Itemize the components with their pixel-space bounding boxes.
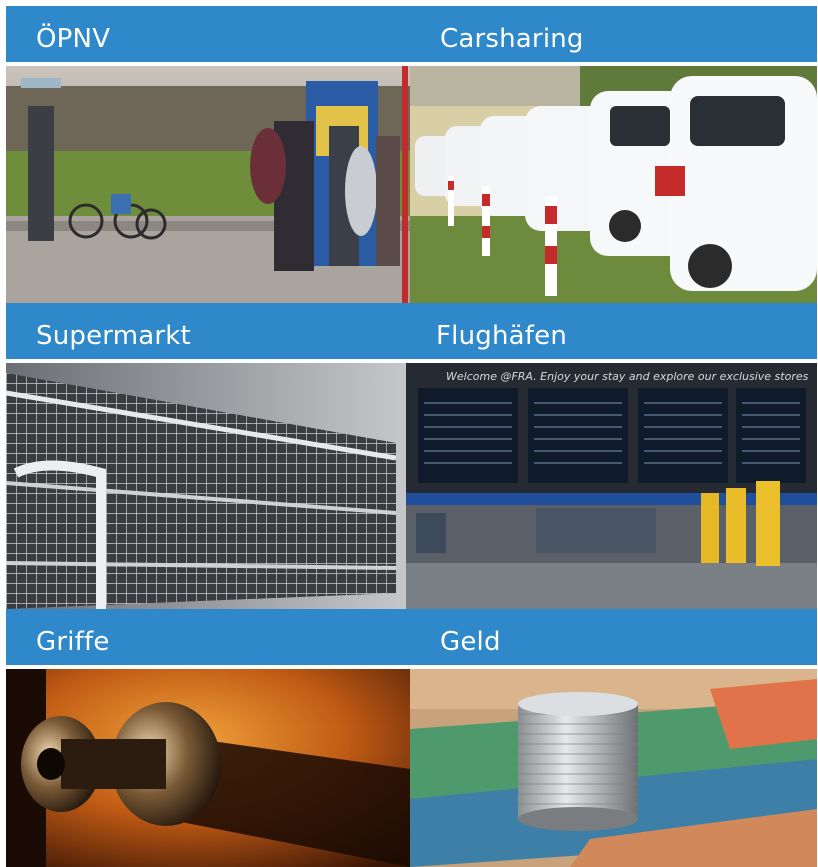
money-photo	[410, 669, 817, 867]
tile-title-flughaefen: Flughäfen	[436, 321, 568, 351]
tile-carsharing[interactable]: Carsharing	[410, 6, 817, 303]
airport-photo: Welcome @FRA. Enjoy your stay and explor…	[406, 363, 817, 609]
tile-title-carsharing: Carsharing	[440, 24, 584, 54]
tile-geld[interactable]: Geld	[410, 609, 817, 867]
tile-supermarkt[interactable]: Supermarkt	[6, 303, 406, 609]
carsharing-photo	[410, 66, 817, 303]
airport-welcome-text: Welcome @FRA. Enjoy your stay and explor…	[446, 370, 809, 383]
tile-title-geld: Geld	[440, 627, 501, 657]
tile-header-griffe: Griffe	[6, 609, 410, 669]
tile-griffe[interactable]: Griffe	[6, 609, 410, 867]
tile-title-oepnv: ÖPNV	[36, 24, 111, 54]
tile-header-geld: Geld	[410, 609, 817, 669]
bus-stop-photo	[6, 66, 410, 303]
shopping-carts-photo	[6, 363, 406, 609]
tile-header-supermarkt: Supermarkt	[6, 303, 406, 363]
tile-title-supermarkt: Supermarkt	[36, 321, 191, 351]
tile-header-flughaefen: Flughäfen	[406, 303, 817, 363]
tile-oepnv[interactable]: ÖPNV	[6, 6, 410, 303]
category-grid: ÖPNV Carsharing Supermarkt Flughäfen Wel…	[0, 0, 818, 867]
tile-header-oepnv: ÖPNV	[6, 6, 410, 66]
tile-flughaefen[interactable]: Flughäfen Welcome @FRA. Enjoy your stay …	[406, 303, 817, 609]
tile-title-griffe: Griffe	[36, 627, 110, 657]
door-knob-photo	[6, 669, 410, 867]
tile-header-carsharing: Carsharing	[410, 6, 817, 66]
